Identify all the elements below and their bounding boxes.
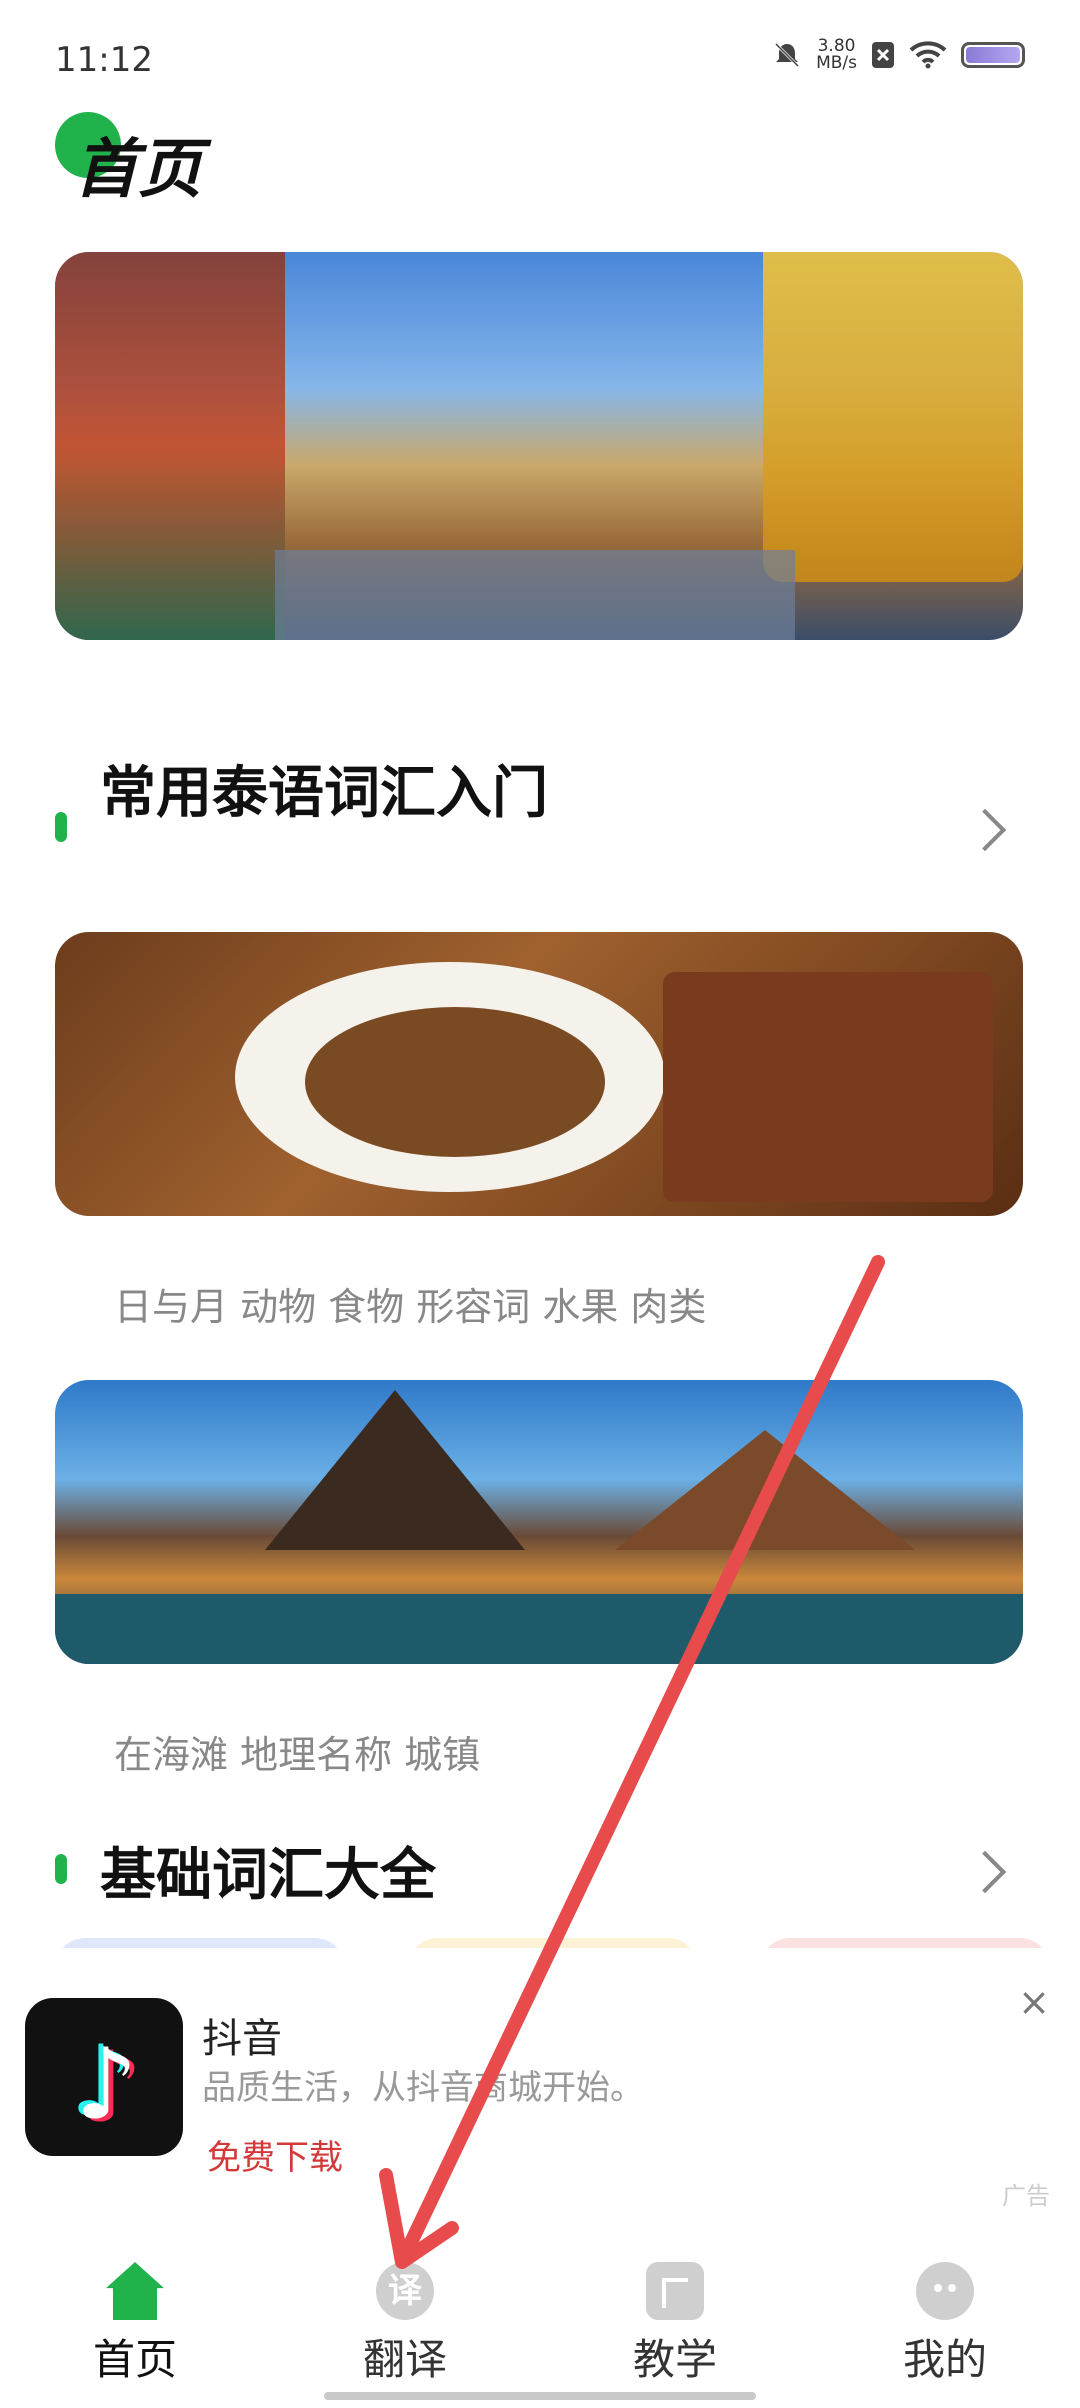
food-category-image[interactable]	[55, 932, 1023, 1216]
tab-label: 首页	[92, 2335, 177, 2384]
tab-home[interactable]: 首页	[35, 2262, 235, 2387]
place-category-image[interactable]	[55, 1380, 1023, 1664]
section-marker	[55, 1854, 67, 1884]
home-icon	[106, 2262, 164, 2320]
page-title: 首页	[74, 133, 202, 207]
section-marker	[55, 812, 67, 842]
tab-translate[interactable]: 译 翻译	[305, 2262, 505, 2387]
category-tags-food[interactable]: 日与月 动物 食物 形容词 水果 肉类	[114, 1276, 706, 1331]
no-sim-icon	[872, 42, 894, 68]
tab-label: 教学	[632, 2335, 717, 2384]
battery-icon	[961, 42, 1025, 68]
network-speed: 3.80 MB/s	[816, 38, 857, 72]
tab-profile[interactable]: 我的	[845, 2262, 1045, 2387]
section-title-vocab-intro[interactable]: 常用泰语词汇入门	[100, 758, 560, 830]
wifi-icon	[909, 41, 947, 69]
category-tags-place[interactable]: 在海滩 地理名称 城镇	[114, 1724, 480, 1779]
tiktok-app-icon[interactable]: ♪	[25, 1998, 183, 2156]
section-title-basic-vocab[interactable]: 基础词汇大全	[100, 1830, 436, 1911]
close-icon[interactable]: ×	[1018, 1980, 1050, 2024]
speed-unit: MB/s	[816, 53, 857, 73]
home-indicator[interactable]	[324, 2392, 756, 2400]
ad-description[interactable]: 品质生活，从抖音商城开始。	[202, 2060, 644, 2109]
mute-bell-icon	[775, 42, 800, 68]
translate-icon: 译	[376, 2262, 434, 2320]
ad-app-name[interactable]: 抖音	[202, 2006, 282, 2064]
ad-label: 广告	[1002, 2182, 1050, 2210]
teach-icon	[646, 2262, 704, 2320]
status-time: 11:12	[55, 40, 153, 80]
tab-label: 我的	[902, 2335, 987, 2384]
chevron-right-icon[interactable]	[963, 1850, 1007, 1894]
tab-teach[interactable]: 教学	[575, 2262, 775, 2387]
chevron-right-icon[interactable]	[963, 808, 1007, 852]
status-icons: 3.80 MB/s	[772, 38, 1025, 72]
hero-banner-image[interactable]	[55, 252, 1023, 640]
ad-download-button[interactable]: 免费下载	[207, 2130, 343, 2179]
profile-icon	[916, 2262, 974, 2320]
tab-label: 翻译	[362, 2335, 447, 2384]
